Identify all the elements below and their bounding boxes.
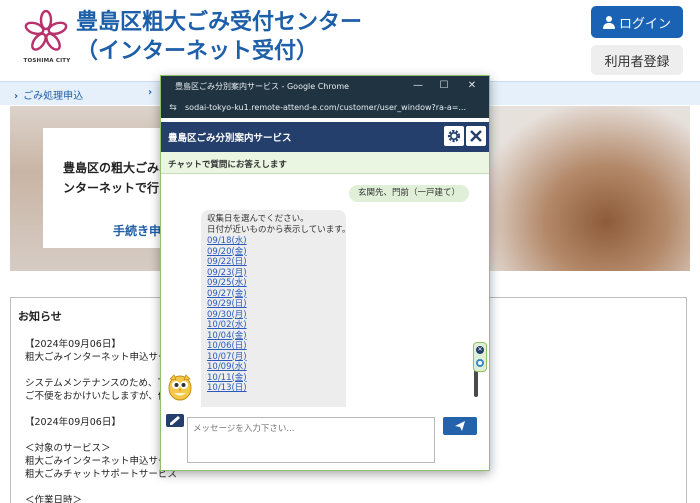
- gear-icon: [447, 129, 461, 143]
- chevron-right-icon: ›: [148, 87, 153, 98]
- chat-subtitle: チャットで質問にお答えします: [168, 160, 287, 170]
- message-input-row: [161, 407, 489, 470]
- user-icon: [602, 15, 615, 29]
- chat-scrollbar[interactable]: [473, 175, 479, 407]
- bot-message-line: 収集日を選んでください。: [207, 214, 309, 224]
- chat-close-button[interactable]: [466, 126, 486, 146]
- chevron-right-icon: ›: [14, 91, 19, 102]
- chat-popup-window: 豊島区ごみ分別案内サービス - Google Chrome — ☐ ✕ ⇆ so…: [160, 75, 490, 471]
- side-tab[interactable]: ✕: [473, 342, 487, 372]
- attach-button[interactable]: [166, 414, 184, 427]
- pencil-icon: [170, 415, 180, 425]
- window-title: 豊島区ごみ分別案内サービス - Google Chrome: [175, 82, 350, 91]
- toshima-city-logo[interactable]: TOSHIMA CITY: [22, 10, 72, 66]
- chat-message-area[interactable]: 玄関先、門前（一戸建て） 収集日を選んでください。 日付が近いものから表示してい…: [161, 175, 489, 407]
- date-option-link[interactable]: 09/29(日): [207, 299, 340, 310]
- site-header: TOSHIMA CITY 豊島区粗大ごみ受付センター （インターネット受付） ロ…: [0, 0, 700, 80]
- side-close-icon[interactable]: ✕: [476, 346, 484, 354]
- nav-item-garbage-application[interactable]: › ごみ処理申込: [14, 87, 83, 102]
- side-target-icon[interactable]: [476, 359, 484, 367]
- site-title-line1: 豊島区粗大ごみ受付センター: [76, 10, 363, 35]
- date-option-link[interactable]: 09/27(金): [207, 289, 340, 300]
- chat-subtitle-bar: チャットで質問にお答えします: [161, 152, 489, 174]
- logo-text: TOSHIMA CITY: [23, 58, 71, 64]
- settings-button[interactable]: [444, 126, 464, 146]
- hero-text-line1: 豊島区の粗大ごみ収: [63, 161, 172, 175]
- site-title-line2: （インターネット受付）: [76, 39, 319, 64]
- user-message-bubble: 玄関先、門前（一戸建て）: [349, 185, 470, 202]
- maximize-button[interactable]: ☐: [437, 79, 451, 93]
- send-button[interactable]: [443, 417, 477, 435]
- date-option-link[interactable]: 09/20(金): [207, 247, 340, 258]
- address-bar[interactable]: ⇆ sodai-tokyo-ku1.remote-attend-e.com/cu…: [161, 98, 489, 118]
- hero-text: 豊島区の粗大ごみ収 ンターネットで行う: [63, 158, 171, 198]
- login-button[interactable]: ログイン: [591, 6, 683, 38]
- date-option-link[interactable]: 09/23(月): [207, 268, 340, 279]
- minimize-button[interactable]: —: [411, 79, 425, 93]
- notice-body: 【2024年09月06日】 粗大ごみインターネット申込サー システムメンテナンス…: [25, 339, 177, 503]
- date-option-link[interactable]: 10/09(水): [207, 362, 340, 373]
- date-option-link[interactable]: 10/06(日): [207, 341, 340, 352]
- login-label: ログイン: [618, 16, 671, 32]
- date-option-link[interactable]: 09/22(日): [207, 257, 340, 268]
- date-option-link[interactable]: 09/18(水): [207, 236, 340, 247]
- bot-message-line: 日付が近いものから表示しています。: [207, 225, 351, 235]
- date-option-link[interactable]: 10/11(金): [207, 373, 340, 384]
- date-option-link[interactable]: 09/25(水): [207, 278, 340, 289]
- nav-item-label: ごみ処理申込: [23, 91, 84, 102]
- notice-title: お知らせ: [18, 310, 62, 323]
- date-option-link[interactable]: 10/04(金): [207, 331, 340, 342]
- site-info-icon[interactable]: ⇆: [167, 102, 179, 114]
- date-option-link[interactable]: 10/02(水): [207, 320, 340, 331]
- date-option-link[interactable]: 10/13(日): [207, 383, 340, 394]
- chat-app-header: 豊島区ごみ分別案内サービス: [161, 122, 489, 152]
- chat-app-title: 豊島区ごみ分別案内サービス: [168, 133, 292, 144]
- hero-text-line2: ンターネットで行う: [63, 181, 172, 195]
- close-icon: [470, 130, 482, 142]
- window-close-button[interactable]: ✕: [465, 79, 479, 93]
- nav-item-2[interactable]: ›: [148, 87, 157, 98]
- flower-logo-icon: [24, 10, 68, 51]
- bot-message-bubble: 収集日を選んでください。 日付が近いものから表示しています。 09/18(水) …: [201, 210, 351, 407]
- hero-photo: [480, 106, 690, 271]
- date-option-link[interactable]: 10/07(月): [207, 352, 340, 363]
- message-input[interactable]: [187, 417, 435, 463]
- send-icon: [455, 421, 465, 431]
- site-title: 豊島区粗大ごみ受付センター （インターネット受付）: [76, 8, 362, 66]
- url-text: sodai-tokyo-ku1.remote-attend-e.com/cust…: [185, 103, 467, 112]
- window-titlebar[interactable]: 豊島区ごみ分別案内サービス - Google Chrome — ☐ ✕: [161, 76, 489, 98]
- register-button[interactable]: 利用者登録: [591, 45, 683, 75]
- owl-mascot-icon: [168, 374, 192, 401]
- date-option-link[interactable]: 09/30(月): [207, 310, 340, 321]
